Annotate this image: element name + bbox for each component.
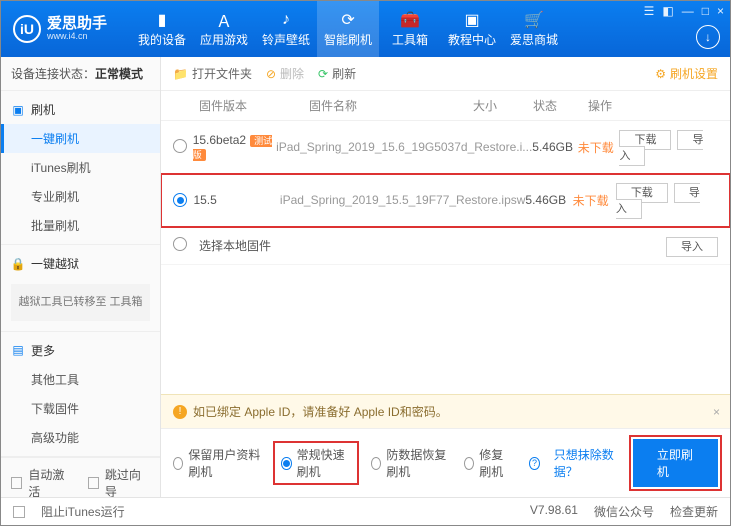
opt-keep-data[interactable]: 保留用户资料刷机 — [173, 446, 261, 480]
sidebar-item-advanced[interactable]: 高级功能 — [1, 423, 160, 452]
phone-icon: ▮ — [153, 11, 171, 29]
main-nav: ▮我的设备 Ａ应用游戏 ♪铃声壁纸 ⟳智能刷机 🧰工具箱 ▣教程中心 🛒爱思商城 — [131, 1, 565, 57]
skip-guide-checkbox[interactable] — [88, 477, 99, 489]
opt-prevent-recovery[interactable]: 防数据恢复刷机 — [371, 446, 450, 480]
jailbreak-note: 越狱工具已转移至 工具箱 — [11, 284, 150, 321]
flash-settings-button[interactable]: ⚙刷机设置 — [655, 65, 718, 82]
open-folder-button[interactable]: 📁打开文件夹 — [173, 65, 252, 82]
square-icon: ▣ — [11, 103, 25, 117]
main-panel: 📁打开文件夹 ⊘删除 ⟳刷新 ⚙刷机设置 固件版本 固件名称 大小 状态 操作 … — [161, 57, 730, 497]
more-icon: ▤ — [11, 343, 25, 357]
erase-link[interactable]: 只想抹除数据？ — [554, 446, 619, 480]
sidebar-item-download[interactable]: 下载固件 — [1, 394, 160, 423]
sidebar-item-oneclick[interactable]: 一键刷机 — [1, 124, 160, 153]
close-notice-icon[interactable]: × — [713, 405, 720, 419]
nav-tools[interactable]: 🧰工具箱 — [379, 1, 441, 57]
logo-icon: iU — [13, 15, 41, 43]
flash-now-button[interactable]: 立即刷机 — [633, 439, 718, 487]
radio[interactable] — [464, 457, 474, 470]
check-update-link[interactable]: 检查更新 — [670, 503, 718, 520]
nav-tutorial[interactable]: ▣教程中心 — [441, 1, 503, 57]
toolbox-icon: 🧰 — [401, 11, 419, 29]
window-controls: ☰ ◧ — □ × — [644, 4, 724, 18]
sidebar-item-itunes[interactable]: iTunes刷机 — [1, 153, 160, 182]
app-icon: Ａ — [215, 11, 233, 29]
radio[interactable] — [281, 457, 291, 470]
close-icon[interactable]: × — [717, 4, 724, 18]
app-name: 爱思助手 — [47, 16, 107, 33]
book-icon: ▣ — [463, 11, 481, 29]
firmware-row[interactable]: 15.6beta2测试版 iPad_Spring_2019_15.6_19G50… — [161, 121, 730, 174]
folder-icon: 📁 — [173, 67, 188, 81]
row-radio[interactable] — [173, 193, 187, 207]
info-icon[interactable]: ? — [529, 457, 540, 470]
auto-activate-row: 自动激活 跳过向导 — [1, 458, 160, 498]
block-itunes-checkbox[interactable] — [13, 506, 25, 518]
import-button[interactable]: 导入 — [666, 237, 718, 257]
gear-icon: ⚙ — [655, 67, 666, 81]
refresh-icon: ⟳ — [339, 11, 357, 29]
delete-button[interactable]: ⊘删除 — [266, 65, 304, 82]
nav-store[interactable]: 🛒爱思商城 — [503, 1, 565, 57]
app-logo: iU 爱思助手 www.i4.cn — [13, 15, 107, 43]
download-icon: ↓ — [705, 30, 711, 44]
refresh-icon: ⟳ — [318, 67, 328, 81]
local-firmware-row[interactable]: 选择本地固件 导入 — [161, 227, 730, 265]
sidebar-item-other[interactable]: 其他工具 — [1, 365, 160, 394]
row-radio[interactable] — [173, 237, 187, 251]
sidebar: 设备连接状态：正常模式 ▣刷机 一键刷机 iTunes刷机 专业刷机 批量刷机 … — [1, 57, 161, 497]
app-url: www.i4.cn — [47, 32, 107, 42]
opt-repair-flash[interactable]: 修复刷机 — [464, 446, 515, 480]
radio[interactable] — [173, 457, 183, 470]
row-radio[interactable] — [173, 139, 187, 153]
toolbar: 📁打开文件夹 ⊘删除 ⟳刷新 ⚙刷机设置 — [161, 57, 730, 91]
radio[interactable] — [371, 457, 381, 470]
download-manager-button[interactable]: ↓ — [696, 25, 720, 49]
nav-ringtone[interactable]: ♪铃声壁纸 — [255, 1, 317, 57]
opt-quick-flash[interactable]: 常规快速刷机 — [275, 443, 357, 483]
maximize-icon[interactable]: □ — [702, 4, 709, 18]
titlebar: iU 爱思助手 www.i4.cn ▮我的设备 Ａ应用游戏 ♪铃声壁纸 ⟳智能刷… — [1, 1, 730, 57]
warning-icon: ! — [173, 405, 187, 419]
menu-icon[interactable]: ☰ — [644, 4, 655, 18]
skin-icon[interactable]: ◧ — [662, 4, 673, 18]
refresh-button[interactable]: ⟳刷新 — [318, 65, 356, 82]
version-label: V7.98.61 — [530, 503, 578, 520]
statusbar: 阻止iTunes运行 V7.98.61 微信公众号 检查更新 — [1, 497, 730, 525]
auto-activate-checkbox[interactable] — [11, 477, 22, 489]
section-jailbreak[interactable]: 🔒一键越狱 — [1, 249, 160, 278]
flash-options: 保留用户资料刷机 常规快速刷机 防数据恢复刷机 修复刷机 ? 只想抹除数据？ 立… — [161, 428, 730, 497]
lock-icon: 🔒 — [11, 257, 25, 271]
minimize-icon[interactable]: — — [682, 4, 694, 18]
device-status: 设备连接状态：正常模式 — [1, 57, 160, 91]
firmware-row-selected[interactable]: 15.5 iPad_Spring_2019_15.5_19F77_Restore… — [161, 174, 730, 227]
section-flash[interactable]: ▣刷机 — [1, 95, 160, 124]
cart-icon: 🛒 — [525, 11, 543, 29]
table-header: 固件版本 固件名称 大小 状态 操作 — [161, 91, 730, 121]
wechat-link[interactable]: 微信公众号 — [594, 503, 654, 520]
nav-flash[interactable]: ⟳智能刷机 — [317, 1, 379, 57]
sidebar-item-batch[interactable]: 批量刷机 — [1, 211, 160, 240]
sidebar-item-pro[interactable]: 专业刷机 — [1, 182, 160, 211]
nav-apps[interactable]: Ａ应用游戏 — [193, 1, 255, 57]
music-icon: ♪ — [277, 11, 295, 29]
delete-icon: ⊘ — [266, 67, 276, 81]
section-more[interactable]: ▤更多 — [1, 336, 160, 365]
nav-device[interactable]: ▮我的设备 — [131, 1, 193, 57]
appleid-notice: ! 如已绑定 Apple ID，请准备好 Apple ID和密码。 × — [161, 394, 730, 428]
